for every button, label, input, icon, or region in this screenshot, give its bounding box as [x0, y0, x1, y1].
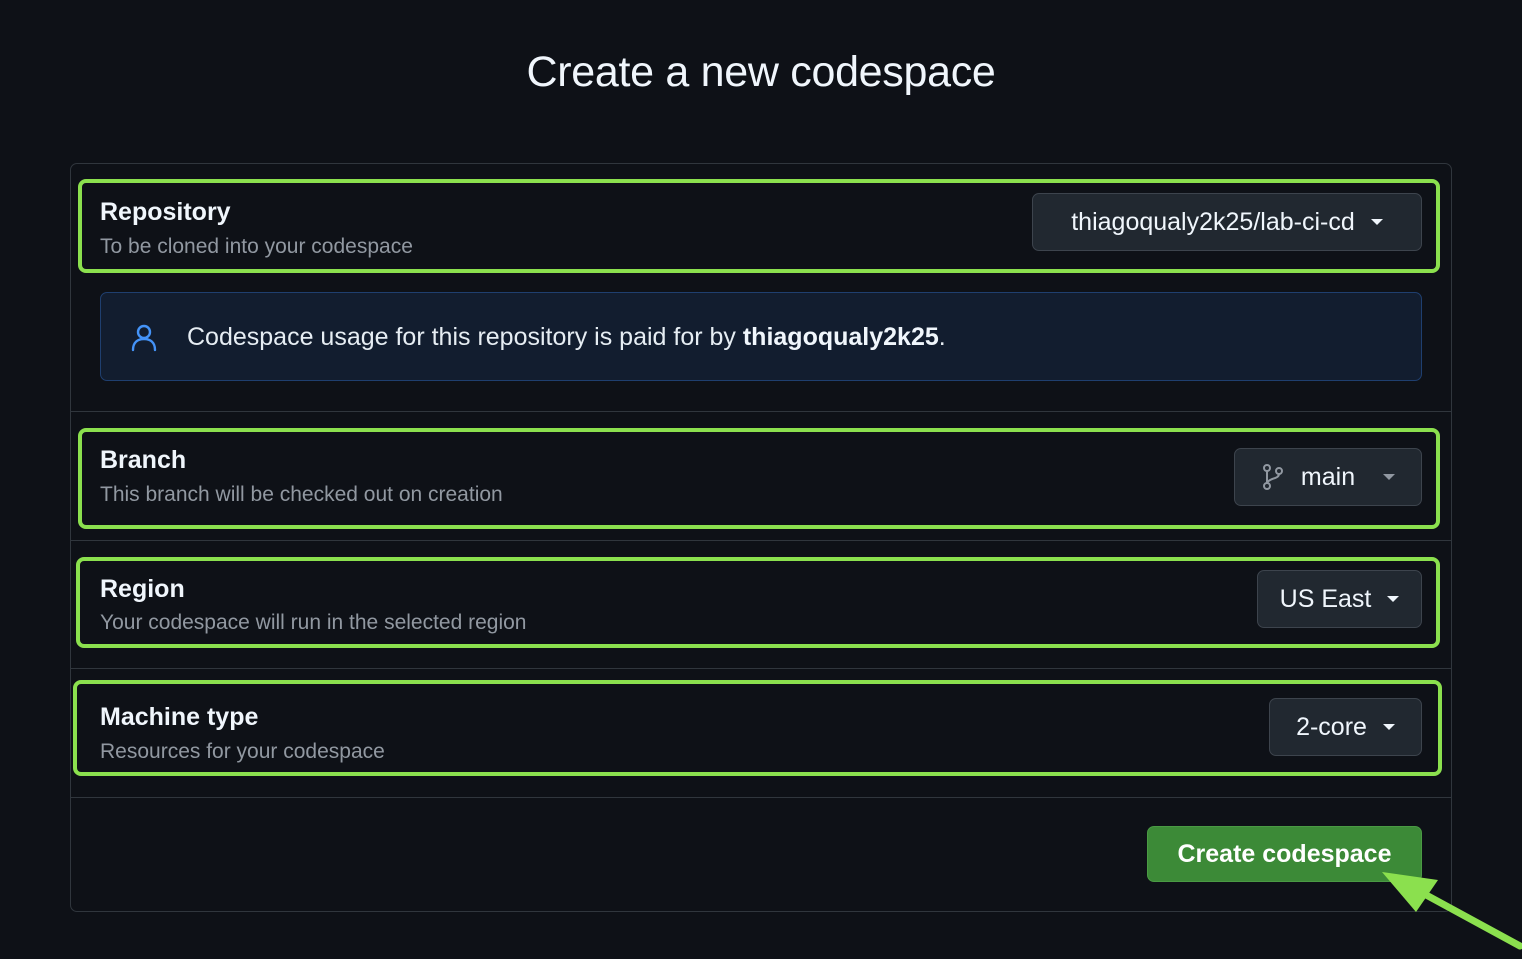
machine-type-description: Resources for your codespace [100, 740, 385, 763]
machine-type-select[interactable]: 2-core [1269, 698, 1422, 756]
repository-select-value: thiagoqualy2k25/lab-ci-cd [1071, 207, 1355, 236]
repository-title: Repository [100, 198, 231, 226]
annotation-arrow-icon [1382, 872, 1522, 950]
divider [71, 668, 1451, 669]
branch-description: This branch will be checked out on creat… [100, 483, 503, 506]
git-branch-icon [1262, 464, 1283, 490]
billing-owner: thiagoqualy2k25 [742, 323, 939, 351]
divider [71, 797, 1451, 798]
machine-type-select-value: 2-core [1296, 712, 1367, 741]
chevron-down-icon [1383, 474, 1396, 480]
page-title: Create a new codespace [526, 48, 996, 96]
billing-notice-text: Codespace usage for this repository is p… [187, 323, 946, 352]
region-description: Your codespace will run in the selected … [100, 611, 527, 634]
branch-select-value: main [1300, 462, 1356, 491]
divider [71, 540, 1451, 541]
branch-select[interactable]: main [1234, 448, 1422, 506]
billing-notice: Codespace usage for this repository is p… [100, 292, 1422, 381]
region-title: Region [100, 575, 185, 603]
billing-notice-suffix: . [938, 323, 946, 351]
divider [71, 411, 1451, 412]
codespace-form-card [70, 163, 1452, 912]
create-codespace-page: Create a new codespace Repository To be … [0, 0, 1522, 959]
chevron-down-icon [1382, 724, 1395, 730]
region-select-value: US East [1279, 584, 1372, 613]
repository-description: To be cloned into your codespace [100, 235, 413, 258]
region-select[interactable]: US East [1257, 570, 1422, 628]
branch-title: Branch [100, 446, 187, 474]
chevron-down-icon [1370, 219, 1383, 225]
billing-notice-prefix: Codespace usage for this repository is p… [187, 323, 743, 351]
chevron-down-icon [1387, 596, 1400, 602]
machine-type-title: Machine type [100, 703, 259, 731]
repository-select[interactable]: thiagoqualy2k25/lab-ci-cd [1032, 193, 1422, 251]
person-icon [131, 324, 157, 352]
